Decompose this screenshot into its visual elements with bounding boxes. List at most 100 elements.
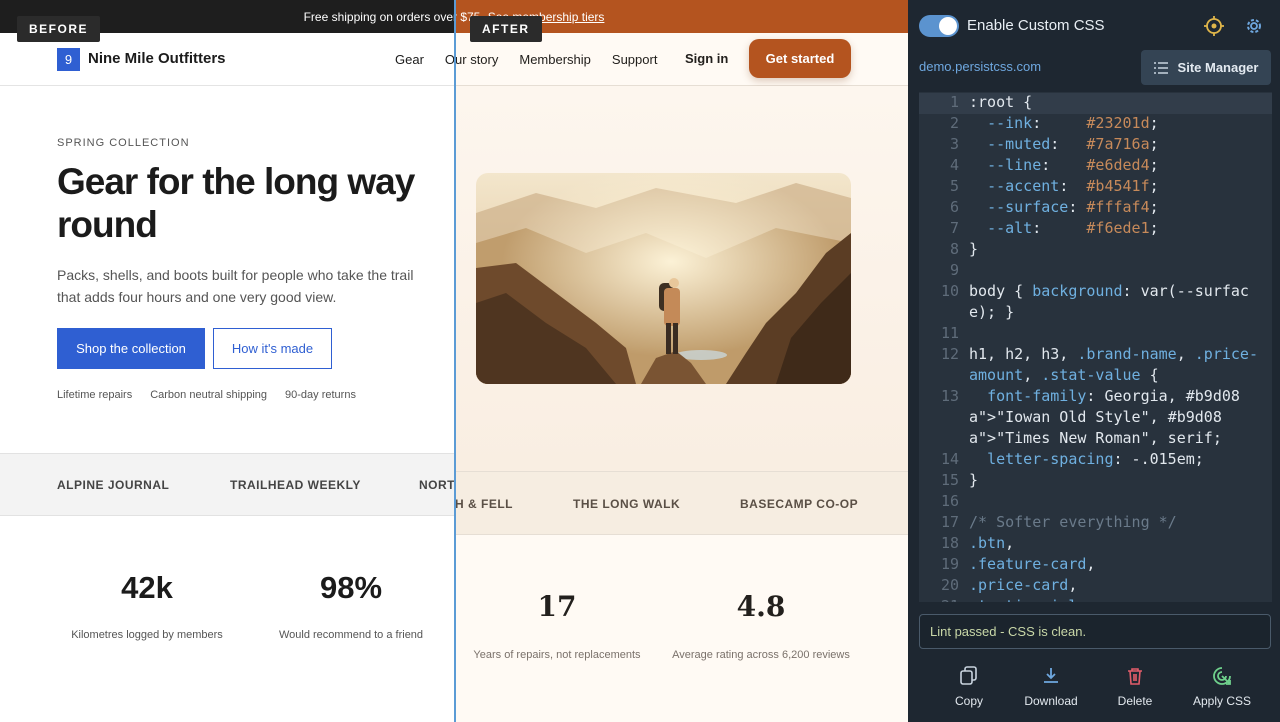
code-text: --surface: #fffaf4; — [987, 198, 1159, 216]
line-number: 16 — [940, 492, 959, 510]
code-text: body { background: var(--surface); } — [969, 282, 1249, 321]
line-number: 7 — [949, 219, 959, 237]
line-number: 9 — [949, 261, 959, 279]
code-line[interactable]: 21.testimonial, — [919, 596, 1272, 602]
code-line[interactable]: 3 --muted: #7a716a; — [919, 134, 1272, 155]
line-number: 2 — [949, 114, 959, 132]
code-line[interactable]: 6 --surface: #fffaf4; — [919, 197, 1272, 218]
brand-name[interactable]: Nine Mile Outfitters — [88, 50, 226, 67]
code-line[interactable]: 16 — [919, 491, 1272, 512]
code-text: --ink: #23201d; — [987, 114, 1159, 132]
hero-headline: Gear for the long way round — [57, 161, 415, 245]
stat-block: 98% Would recommend to a friend — [251, 570, 451, 641]
code-text: font-family: Georgia, #b9d08a">"Iowan Ol… — [969, 387, 1240, 447]
line-number: 8 — [949, 240, 959, 258]
line-number: 13 — [940, 387, 959, 405]
delete-button[interactable]: Delete — [1092, 662, 1178, 708]
hiker-mountain-image — [476, 173, 851, 384]
nav-membership[interactable]: Membership — [519, 52, 591, 67]
code-line[interactable]: 13 font-family: Georgia, #b9d08a">"Iowan… — [919, 386, 1272, 449]
stat-block: 42k Kilometres logged by members — [47, 570, 247, 641]
press-logo: TRAILHEAD WEEKLY — [230, 478, 361, 492]
line-number: 3 — [949, 135, 959, 153]
code-line[interactable]: 17 /* Softer everything */ — [919, 512, 1272, 533]
stat-value: 4.8 — [736, 590, 786, 623]
code-line[interactable]: 12 h1, h2, h3, .brand-name, .price-amount… — [919, 344, 1272, 386]
nav-support[interactable]: Support — [612, 52, 658, 67]
code-line[interactable]: 8} — [919, 239, 1272, 260]
press-logo: NORT — [419, 478, 455, 492]
apply-icon — [1213, 667, 1231, 685]
sign-in-link[interactable]: Sign in — [685, 51, 728, 66]
code-line[interactable]: 11 — [919, 323, 1272, 344]
after-preview: Free shipping on orders over $75. See me… — [455, 0, 908, 722]
copy-button[interactable]: Copy — [926, 662, 1012, 708]
enable-css-toggle[interactable] — [919, 15, 959, 37]
nav-gear[interactable]: Gear — [395, 52, 424, 67]
stat-value: 17 — [537, 590, 577, 623]
compare-divider-handle[interactable] — [454, 0, 456, 722]
domain-label: demo.persistcss.com — [919, 59, 1042, 74]
code-line[interactable]: 14 letter-spacing: -.015em; — [919, 449, 1272, 470]
code-line[interactable]: 20 .price-card, — [919, 575, 1272, 596]
line-number: 10 — [940, 282, 959, 300]
line-number: 12 — [940, 345, 959, 363]
download-button[interactable]: Download — [1008, 662, 1094, 708]
list-icon — [1153, 61, 1168, 74]
code-line[interactable]: 2 --ink: #23201d; — [919, 113, 1272, 134]
stat-value: 42k — [121, 570, 173, 605]
before-preview: Free shipping on orders over $75. See me… — [0, 0, 455, 722]
code-text: letter-spacing: -.015em; — [987, 450, 1204, 468]
code-text: h1, h2, h3, .brand-name, .price-amount, … — [969, 345, 1258, 384]
hero-subhead: Packs, shells, and boots built for peopl… — [57, 267, 414, 305]
nav-our-story[interactable]: Our story — [455, 52, 498, 67]
perk-item: Lifetime repairs — [57, 389, 133, 401]
shop-collection-button[interactable]: Shop the collection — [57, 328, 205, 369]
code-lines: 1:root {2 --ink: #23201d; 3 --muted: #7a7… — [919, 92, 1272, 602]
code-text: .price-card, — [969, 576, 1078, 594]
line-number: 21 — [919, 596, 959, 602]
apply-css-button[interactable]: Apply CSS — [1179, 662, 1265, 708]
after-label: AFTER — [470, 16, 542, 42]
line-number: 17 — [940, 513, 959, 531]
action-bar: Copy Download Delete Apply CSS — [919, 662, 1271, 712]
site-manager-label: Site Manager — [1177, 60, 1259, 75]
apply-css-label: Apply CSS — [1192, 694, 1252, 708]
toggle-label: Enable Custom CSS — [967, 17, 1105, 34]
code-line[interactable]: 9 — [919, 260, 1272, 281]
logo-mark[interactable]: 9 — [57, 48, 80, 71]
target-icon[interactable] — [1203, 15, 1225, 37]
code-line[interactable]: 5 --accent: #b4541f; — [919, 176, 1272, 197]
press-logo: BASECAMP CO-OP — [740, 497, 859, 511]
code-text: .testimonial, — [959, 596, 1262, 602]
press-strip: H & FELL THE LONG WALK BASECAMP CO-OP — [455, 471, 908, 535]
how-its-made-button[interactable]: How it's made — [213, 328, 332, 369]
stat-label: Average rating across 6,200 reviews — [672, 649, 850, 661]
line-number: 1 — [949, 93, 959, 111]
press-logo: ALPINE JOURNAL — [57, 478, 170, 492]
gear-icon[interactable] — [1243, 15, 1265, 37]
hero-eyebrow: SPRING COLLECTION — [57, 137, 190, 149]
line-number: 18 — [940, 534, 959, 552]
perk-item: Carbon neutral shipping — [150, 389, 268, 401]
get-started-button[interactable]: Get started — [749, 39, 851, 78]
nav-links: Gear Our story Membership Support — [455, 52, 657, 67]
code-line[interactable]: 18 .btn, — [919, 533, 1272, 554]
code-line[interactable]: 4 --line: #e6ded4; — [919, 155, 1272, 176]
code-line[interactable]: 7 --alt: #f6ede1; — [919, 218, 1272, 239]
stat-value: 98% — [319, 570, 383, 605]
css-editor[interactable]: 1:root {2 --ink: #23201d; 3 --muted: #7a7… — [919, 92, 1272, 602]
code-line[interactable]: 10 body { background: var(--surface); } — [919, 281, 1272, 323]
app-window: Free shipping on orders over $75. See me… — [0, 0, 1280, 722]
code-text: :root { — [969, 93, 1033, 111]
code-line[interactable]: 1 :root { — [919, 92, 1272, 113]
trash-icon — [1128, 668, 1142, 685]
code-text: --alt: #f6ede1; — [987, 219, 1159, 237]
site-manager-button[interactable]: Site Manager — [1141, 50, 1271, 85]
code-line[interactable]: 15} — [919, 470, 1272, 491]
code-line[interactable]: 19 .feature-card, — [919, 554, 1272, 575]
code-text: --line: #e6ded4; — [987, 156, 1159, 174]
perk-item: 90-day returns — [285, 389, 356, 401]
code-text: --muted: #7a716a; — [987, 135, 1159, 153]
